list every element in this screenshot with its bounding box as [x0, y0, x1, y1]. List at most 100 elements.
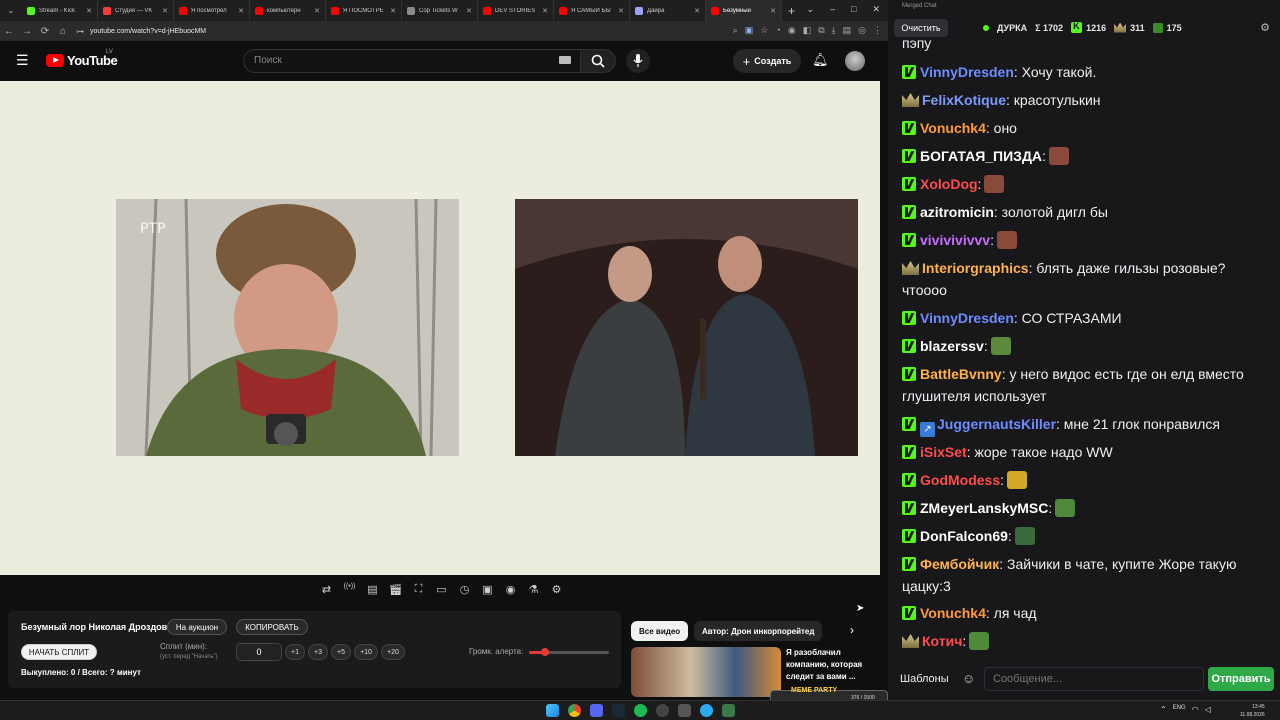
templates-button[interactable]: Шаблоны — [894, 669, 955, 689]
chip-all-videos[interactable]: Все видео — [631, 621, 689, 641]
notifications-bell-icon[interactable]: 🔔︎ — [812, 52, 829, 68]
chrome-icon[interactable] — [568, 704, 581, 717]
close-tab-icon[interactable]: ✕ — [618, 7, 624, 15]
new-tab-button[interactable]: + — [788, 4, 795, 18]
hamburger-menu-icon[interactable]: ☰ — [16, 52, 29, 69]
chat-username[interactable]: BattleBvnny — [920, 366, 1002, 382]
split-step-button[interactable]: +1 — [285, 644, 305, 660]
video-player[interactable]: РТР — [0, 81, 880, 575]
close-tab-icon[interactable]: ✕ — [694, 7, 700, 15]
chat-username[interactable]: iSixSet — [920, 444, 967, 460]
clear-button[interactable]: Очистить — [894, 19, 948, 37]
search-button[interactable] — [580, 49, 616, 73]
download-icon[interactable]: ⤓ — [832, 25, 836, 36]
chat-username[interactable]: VinnyDresden — [920, 310, 1014, 326]
lab-icon[interactable]: ⚗ — [525, 583, 542, 596]
split-minutes-field[interactable] — [236, 643, 282, 661]
chat-message-input[interactable] — [984, 667, 1204, 691]
steam-icon[interactable] — [612, 704, 625, 717]
chat-username[interactable]: Vonuchk4 — [920, 120, 986, 136]
language-indicator[interactable]: ENG — [1173, 705, 1186, 714]
send-button[interactable]: Отправить — [1208, 667, 1274, 691]
back-icon[interactable]: ← — [0, 26, 18, 37]
settings-gear-icon[interactable]: ⚙ — [1260, 21, 1270, 34]
related-video-thumbnail[interactable] — [631, 647, 781, 697]
close-tab-icon[interactable]: ✕ — [770, 7, 776, 15]
miniplayer-icon[interactable]: ▭ — [433, 583, 450, 596]
chat-username[interactable]: blazerssv — [920, 338, 984, 354]
close-tab-icon[interactable]: ✕ — [162, 7, 168, 15]
bookmark-star-icon[interactable]: ☆ — [760, 25, 768, 36]
dropdown-icon[interactable]: ⌄ — [806, 4, 814, 15]
split-step-button[interactable]: +3 — [308, 644, 328, 660]
close-tab-icon[interactable]: ✕ — [542, 7, 548, 15]
browser-tab[interactable]: Дайра ✕ — [630, 0, 706, 21]
browser-tab[interactable]: Cop Tickets W ✕ — [402, 0, 478, 21]
emoji-icon[interactable]: ☺ — [962, 671, 975, 686]
repeat-icon[interactable]: ⇄ — [318, 583, 335, 596]
voice-search-button[interactable] — [626, 49, 650, 73]
browser-tab[interactable]: DEV STORIES ✕ — [478, 0, 554, 21]
avatar[interactable] — [845, 51, 865, 71]
copy-button[interactable]: КОПИРОВАТЬ — [236, 619, 308, 635]
volume-icon[interactable]: ◁ — [1205, 705, 1211, 714]
chat-username[interactable]: DonFalcon69 — [920, 528, 1008, 544]
spotify-icon[interactable] — [634, 704, 647, 717]
youtube-logo[interactable]: YouTube LV — [46, 41, 118, 81]
extension-icon[interactable]: ◉ — [788, 25, 796, 36]
browser-tab[interactable]: Я САМЫЙ БЫ ✕ — [554, 0, 630, 21]
extension-icon[interactable]: ◧ — [803, 25, 812, 36]
wifi-icon[interactable]: ◠ — [1192, 705, 1199, 714]
fullscreen-icon[interactable]: ⛶ — [410, 583, 427, 596]
start-windows-icon[interactable] — [546, 704, 559, 717]
chat-username[interactable]: JuggernautsKiller — [937, 416, 1056, 432]
browser-tab[interactable]: компьютерн ✕ — [250, 0, 326, 21]
chat-username[interactable]: БОГАТАЯ_ПИЗДА — [920, 148, 1042, 164]
keyboard-icon[interactable] — [559, 56, 571, 64]
url-field[interactable]: youtube.com/watch?v=d-jHEbuocMM — [90, 28, 206, 35]
site-info-icon[interactable]: ⊶ — [76, 27, 84, 36]
chip-author[interactable]: Автор: Дрон инкорпорейтед — [694, 621, 823, 641]
extension-icon[interactable]: ◔ — [775, 25, 780, 36]
chevron-up-icon[interactable]: ⌃ — [1160, 705, 1167, 714]
search-input[interactable]: Поиск — [243, 49, 581, 73]
browser-tab[interactable]: Я посмотрел ✕ — [174, 0, 250, 21]
broadcast-icon[interactable]: ((•)) — [341, 583, 358, 596]
close-tab-icon[interactable]: ✕ — [390, 7, 396, 15]
menu-dots-icon[interactable]: ⋮ — [873, 25, 882, 36]
extensions-puzzle-icon[interactable]: ⧉ — [818, 25, 824, 36]
split-step-button[interactable]: +5 — [331, 644, 351, 660]
speed-icon[interactable]: ◷ — [456, 583, 473, 596]
create-button[interactable]: + Создать — [733, 49, 801, 73]
chat-username[interactable]: ZMeyerLanskyMSC — [920, 500, 1048, 516]
app-icon[interactable] — [722, 704, 735, 717]
chat-username[interactable]: Vonuchk4 — [920, 605, 986, 621]
translate-icon[interactable]: ▣ — [745, 25, 754, 36]
sidebar-icon[interactable]: ▤ — [843, 25, 852, 36]
close-tab-icon[interactable]: ✕ — [86, 7, 92, 15]
subtitle-icon[interactable]: ▣ — [479, 583, 496, 596]
app-icon[interactable] — [678, 704, 691, 717]
alert-volume-slider[interactable] — [529, 648, 609, 656]
settings-icon[interactable]: ⚙ — [548, 583, 565, 596]
maximize-icon[interactable]: □ — [851, 4, 856, 15]
chat-username[interactable]: Фембойчик — [920, 556, 999, 572]
browser-tab[interactable]: Студия — VK ✕ — [98, 0, 174, 21]
obs-icon[interactable] — [656, 704, 669, 717]
related-video-title[interactable]: Я разоблачил компанию, которая следит за… — [786, 647, 874, 683]
start-split-button[interactable]: НАЧАТЬ СПЛИТ — [21, 644, 97, 660]
home-icon[interactable]: ⌂ — [54, 26, 72, 37]
browser-tab[interactable]: Stream - Kick ✕ — [22, 0, 98, 21]
clock[interactable]: 13:45 11.08.2026 — [1240, 703, 1265, 719]
search-in-page-icon[interactable]: ⌕ — [733, 25, 738, 36]
profile-icon[interactable]: ◎ — [858, 25, 866, 36]
chat-username[interactable]: Котич — [922, 633, 962, 649]
close-window-icon[interactable]: ✕ — [872, 4, 880, 15]
chat-username[interactable]: GodModess — [920, 472, 1000, 488]
tab-list-icon[interactable]: ⌄ — [0, 6, 22, 15]
telegram-icon[interactable] — [700, 704, 713, 717]
split-step-button[interactable]: +10 — [354, 644, 378, 660]
close-tab-icon[interactable]: ✕ — [238, 7, 244, 15]
chat-username[interactable]: XoloDog — [920, 176, 978, 192]
discord-icon[interactable] — [590, 704, 603, 717]
